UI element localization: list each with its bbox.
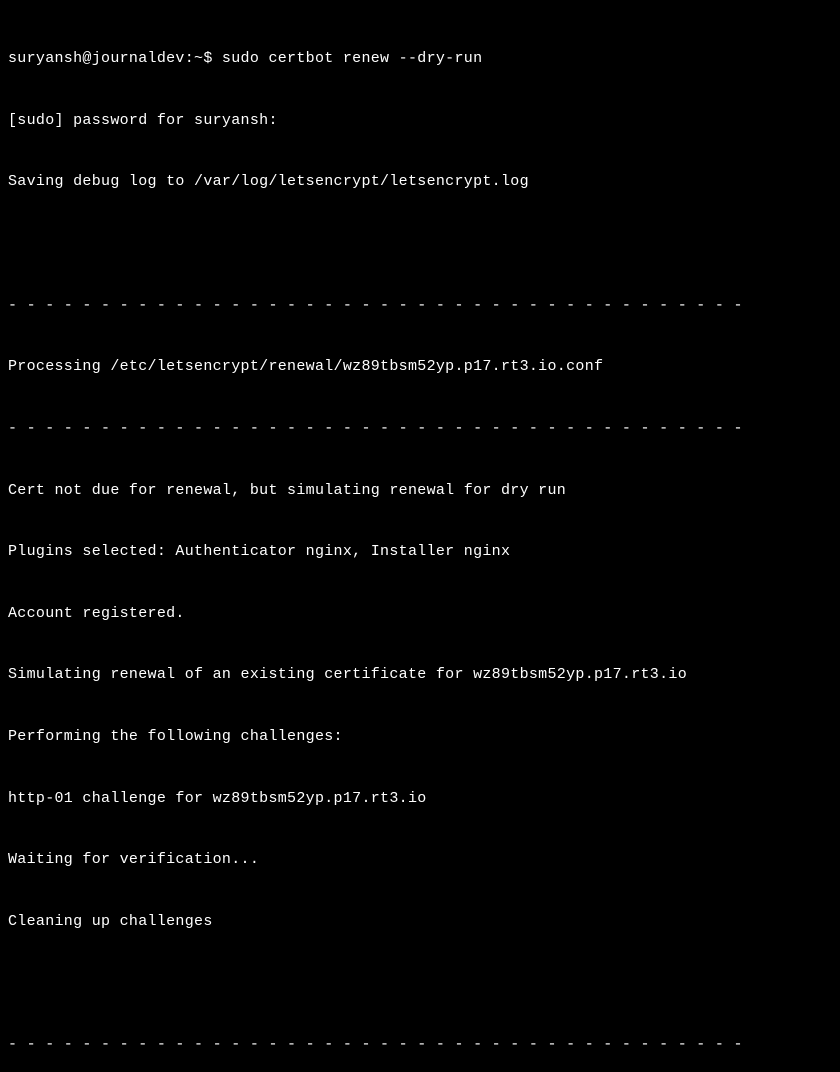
terminal-line: Processing /etc/letsencrypt/renewal/wz89… (8, 357, 832, 378)
terminal-line: - - - - - - - - - - - - - - - - - - - - … (8, 296, 832, 317)
terminal-line: - - - - - - - - - - - - - - - - - - - - … (8, 1035, 832, 1056)
terminal-line: Saving debug log to /var/log/letsencrypt… (8, 172, 832, 193)
terminal-line: Waiting for verification... (8, 850, 832, 871)
terminal-line: http-01 challenge for wz89tbsm52yp.p17.r… (8, 789, 832, 810)
terminal-line: Performing the following challenges: (8, 727, 832, 748)
terminal-window[interactable]: suryansh@journaldev:~$ sudo certbot rene… (8, 8, 832, 1072)
terminal-line (8, 234, 832, 255)
terminal-line: Simulating renewal of an existing certif… (8, 665, 832, 686)
terminal-line: - - - - - - - - - - - - - - - - - - - - … (8, 419, 832, 440)
terminal-line (8, 974, 832, 995)
terminal-line: Cleaning up challenges (8, 912, 832, 933)
terminal-line: suryansh@journaldev:~$ sudo certbot rene… (8, 49, 832, 70)
terminal-line: Cert not due for renewal, but simulating… (8, 481, 832, 502)
terminal-line: Account registered. (8, 604, 832, 625)
terminal-line: Plugins selected: Authenticator nginx, I… (8, 542, 832, 563)
terminal-line: [sudo] password for suryansh: (8, 111, 832, 132)
